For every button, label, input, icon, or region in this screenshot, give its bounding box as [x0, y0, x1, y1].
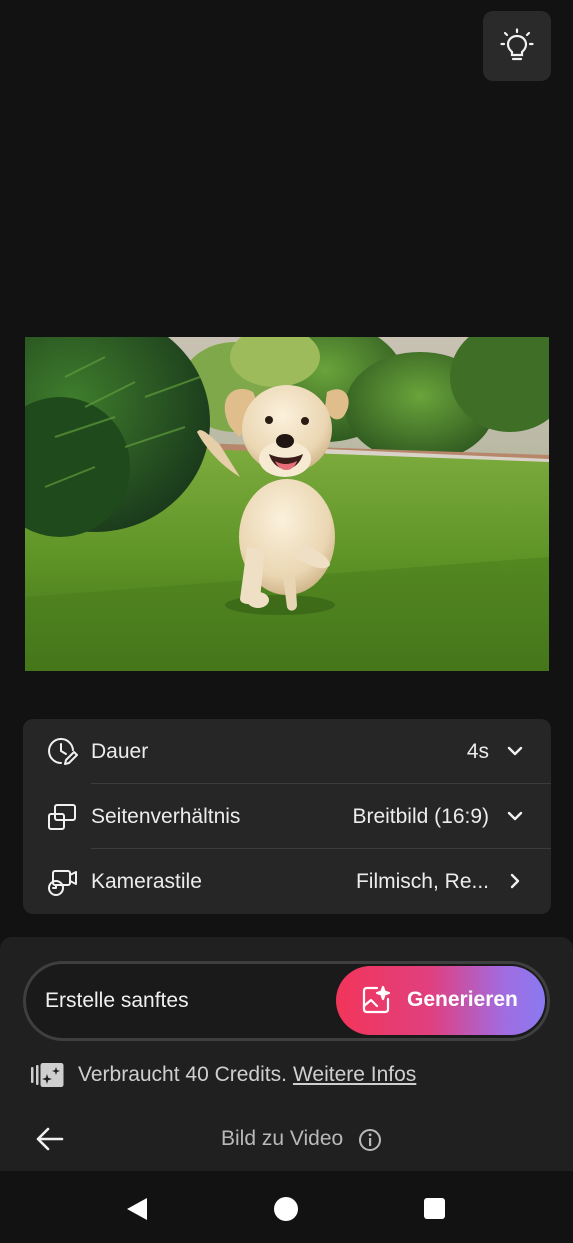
aspect-ratio-value: Breitbild (16:9): [352, 804, 489, 828]
aspect-ratio-row[interactable]: Seitenverhältnis Breitbild (16:9): [23, 784, 551, 849]
camera-style-label: Kamerastile: [91, 869, 202, 893]
chevron-down-icon: [507, 811, 523, 821]
camera-style-row[interactable]: Kamerastile Filmisch, Re...: [23, 849, 551, 914]
nav-recents-icon[interactable]: [424, 1198, 445, 1219]
clock-pencil-icon: [48, 738, 78, 765]
arrow-left-icon[interactable]: [36, 1126, 64, 1152]
source-image-preview: [25, 337, 549, 671]
duration-row[interactable]: Dauer 4s: [23, 719, 551, 784]
aspect-ratio-icon: [48, 804, 76, 830]
dog-photo: [25, 337, 549, 671]
sparkle-image-icon: [362, 985, 391, 1014]
generate-button[interactable]: Generieren: [336, 966, 545, 1035]
aspect-ratio-label: Seitenverhältnis: [91, 804, 241, 828]
prompt-text[interactable]: Erstelle sanftes: [45, 989, 189, 1013]
credits-text: Verbraucht 40 Credits.: [78, 1063, 287, 1086]
chevron-right-icon: [510, 873, 520, 889]
credits-icon: [31, 1063, 64, 1087]
nav-back-icon[interactable]: [125, 1196, 149, 1222]
chevron-down-icon: [507, 746, 523, 756]
camera-style-value: Filmisch, Re...: [355, 869, 489, 893]
footer-title: Bild zu Video: [221, 1127, 344, 1150]
info-icon[interactable]: [358, 1128, 382, 1152]
settings-panel: Dauer 4s Seitenverhältnis Breitbild (16:…: [23, 719, 551, 914]
tips-button[interactable]: [483, 11, 551, 81]
duration-value: 4s: [466, 739, 489, 763]
generate-label: Generieren: [407, 988, 518, 1011]
nav-home-icon[interactable]: [274, 1197, 298, 1221]
lightbulb-icon: [500, 28, 534, 61]
camera-style-icon: [48, 870, 77, 896]
duration-label: Dauer: [91, 739, 149, 763]
credits-info: Verbraucht 40 Credits. Weitere Infos: [29, 1060, 416, 1090]
more-info-link[interactable]: Weitere Infos: [293, 1063, 416, 1087]
